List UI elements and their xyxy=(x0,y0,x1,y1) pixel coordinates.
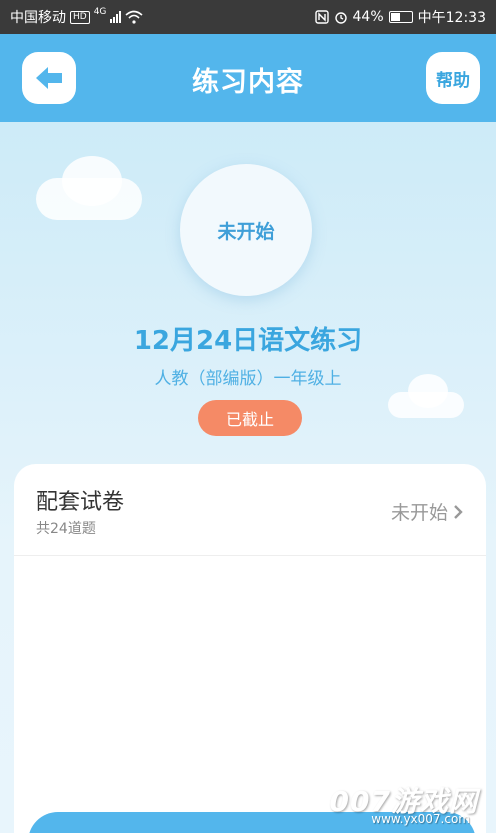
deadline-status-pill: 已截止 xyxy=(198,400,302,436)
paper-status: 未开始 xyxy=(391,498,464,525)
clock: 中午12:33 xyxy=(417,10,486,26)
watermark-url: www.yx007.com xyxy=(371,812,470,826)
progress-state-badge: 未开始 xyxy=(180,164,312,296)
wifi-icon xyxy=(125,10,143,24)
cloud-decoration xyxy=(62,156,122,206)
exercise-title: 12月24日语文练习 xyxy=(133,326,363,356)
help-button[interactable]: 帮助 xyxy=(426,52,480,104)
network-type: 4G xyxy=(93,7,107,17)
nav-bar: 练习内容 帮助 xyxy=(0,34,496,122)
chevron-right-icon xyxy=(454,504,463,519)
status-bar: 中国移动 HD 4G 44% 中午12:33 xyxy=(0,0,496,34)
exercise-subtitle: 人教（部编版）一年级上 xyxy=(154,369,342,389)
question-count: 共24道题 xyxy=(36,521,96,537)
paper-status-label: 未开始 xyxy=(390,502,448,524)
content-card: 配套试卷 共24道题 未开始 xyxy=(14,464,486,833)
paper-title: 配套试卷 xyxy=(36,490,125,515)
nfc-icon xyxy=(314,10,329,24)
signal-icon xyxy=(110,11,122,23)
battery-icon xyxy=(388,11,413,23)
alarm-icon xyxy=(334,12,347,24)
paper-list-item[interactable]: 配套试卷 共24道题 未开始 xyxy=(14,464,486,556)
carrier-label: 中国移动 xyxy=(10,10,66,26)
page-title: 练习内容 xyxy=(192,67,304,98)
hd-badge: HD xyxy=(70,10,90,24)
battery-percent: 44% xyxy=(352,9,384,25)
